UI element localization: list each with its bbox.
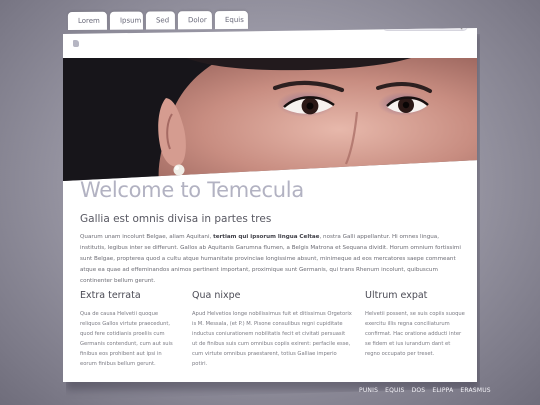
intro-text-start: Quarum unam incolunt Belgae, aliam Aquit…	[80, 234, 214, 240]
tab-sed[interactable]: Sed	[145, 11, 175, 30]
intro-paragraph: Quarum unam incolunt Belgae, aliam Aquit…	[80, 232, 465, 287]
column-title: Ultrum expat	[365, 290, 428, 301]
footer-link-equis[interactable]: EQUIS	[385, 387, 404, 394]
tab-dolor[interactable]: Dolor	[177, 11, 212, 30]
intro-text-end: , nostra Galli appellantur. Hi omnes lin…	[80, 234, 461, 284]
tab-equis[interactable]: Equis	[214, 10, 248, 30]
tab-lorem[interactable]: Lorem	[67, 11, 107, 30]
footer-link-elippa[interactable]: ELIPPA	[432, 387, 453, 394]
column-extra-terrata: Extra terrata Qua de causa Helvetii quoq…	[80, 290, 176, 369]
column-ultrum-expat: Ultrum expat Helvetii possent, se suis c…	[365, 290, 465, 359]
search-icon[interactable]	[455, 22, 463, 30]
main-nav: Lorem Ipsum Sed Dolor Equis	[67, 10, 248, 30]
footer-link-punis[interactable]: PUNIS	[359, 387, 378, 394]
tab-ipsum[interactable]: Ipsum	[109, 11, 143, 30]
column-text: Qua de causa Helvetii quoque reliquos Ga…	[80, 311, 173, 367]
search-box	[382, 22, 468, 31]
footer-nav: PUNIS EQUIS DOS ELIPPA ERASMUS	[359, 387, 491, 394]
column-title: Extra terrata	[80, 290, 141, 301]
column-qua-nixpe: Qua nixpe Apud Helvetios longe nobilissi…	[192, 290, 352, 369]
search-input[interactable]	[387, 28, 455, 30]
footer-link-erasmus[interactable]: ERASMUS	[460, 387, 490, 394]
page-card: Welcome to Temecula Gallia est omnis div…	[63, 28, 477, 382]
column-text: Apud Helvetios longe nobilissimus fuit e…	[192, 311, 352, 367]
intro-text-bold: tertiam qui ipsorum lingua Celtae	[213, 234, 320, 240]
page-title: Welcome to Temecula	[80, 178, 304, 202]
column-text: Helvetii possent, se suis copiis suoque …	[365, 311, 465, 357]
column-title: Qua nixpe	[192, 290, 241, 301]
apple-icon	[73, 40, 79, 47]
hero-image	[63, 58, 477, 181]
page-subtitle: Gallia est omnis divisa in partes tres	[80, 213, 272, 225]
footer-link-dos[interactable]: DOS	[412, 387, 426, 394]
main-content: Welcome to Temecula Gallia est omnis div…	[80, 178, 465, 287]
